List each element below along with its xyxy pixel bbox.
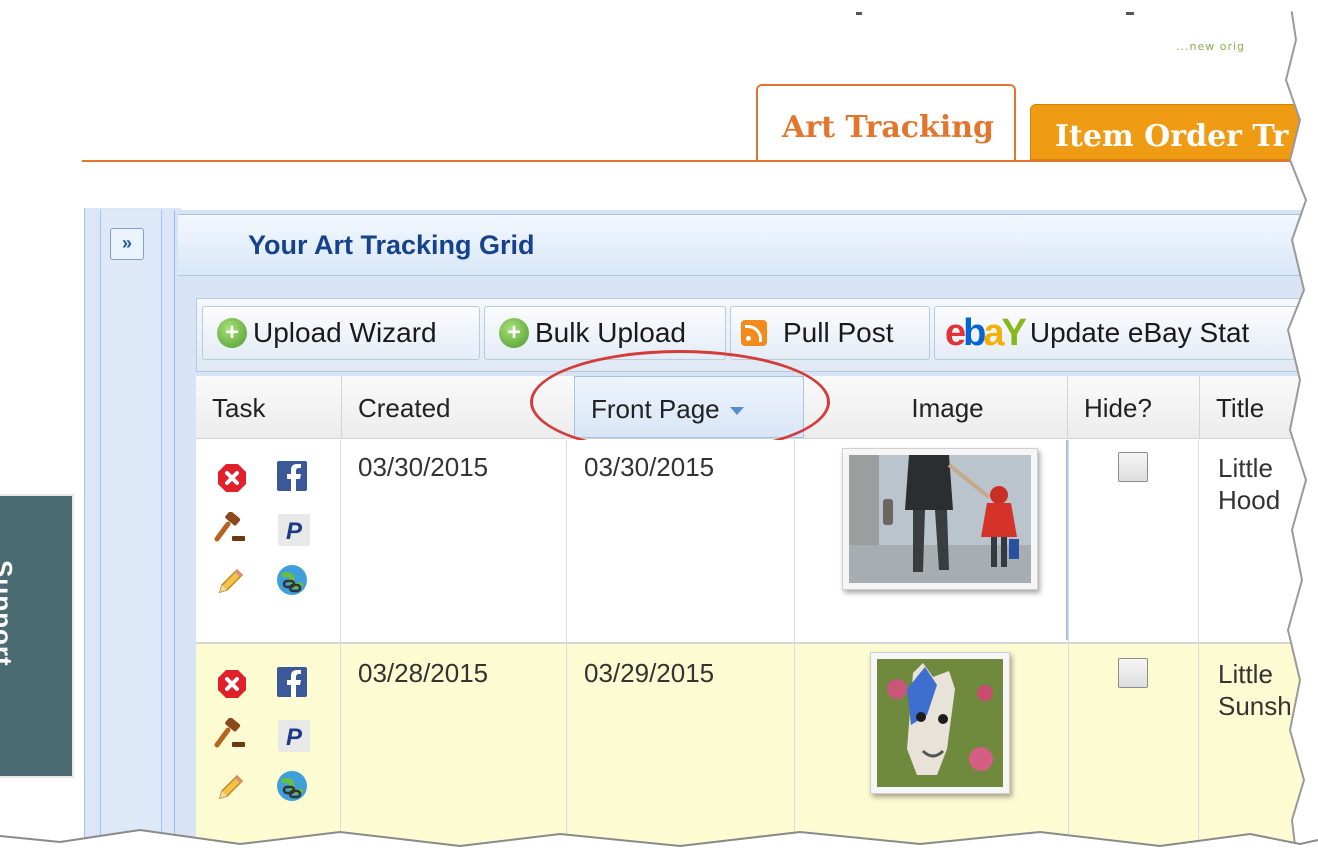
- created-date: 03/30/2015: [358, 452, 489, 482]
- expand-panel-button[interactable]: »: [110, 228, 144, 260]
- front-page-date: 03/30/2015: [584, 452, 715, 482]
- column-header-hide[interactable]: Hide?: [1068, 376, 1200, 438]
- row-divider: [196, 642, 1318, 644]
- column-divider: [340, 440, 341, 854]
- header-logo-fragment: [856, 12, 1134, 32]
- title-cell: Little Sunsh: [1218, 658, 1292, 722]
- svg-text:P: P: [286, 724, 303, 751]
- facebook-icon[interactable]: [276, 460, 308, 492]
- svg-text:P: P: [286, 518, 303, 545]
- edit-pencil-icon[interactable]: [214, 772, 246, 804]
- delete-icon[interactable]: [216, 668, 248, 700]
- front-page-date: 03/29/2015: [584, 658, 715, 688]
- auction-gavel-icon[interactable]: [214, 718, 246, 750]
- paypal-icon[interactable]: P: [278, 720, 310, 752]
- panel-title: Your Art Tracking Grid: [248, 230, 535, 260]
- link-globe-icon[interactable]: [276, 564, 308, 596]
- collapsed-west-panel: [100, 210, 162, 854]
- add-circle-icon: +: [499, 318, 529, 348]
- update-ebay-status-button[interactable]: ebaY Update eBay Stat: [934, 306, 1318, 360]
- upload-wizard-button[interactable]: + Upload Wizard: [202, 306, 480, 360]
- column-header-image[interactable]: Image: [804, 376, 1068, 438]
- title-line: Sunsh: [1218, 691, 1292, 721]
- support-side-tab-label: Support: [0, 560, 18, 667]
- link-globe-icon[interactable]: [276, 770, 308, 802]
- column-resize-guide: [1066, 440, 1068, 640]
- paypal-icon[interactable]: P: [278, 514, 310, 546]
- auction-gavel-icon[interactable]: [214, 512, 246, 544]
- rss-icon: [741, 320, 767, 346]
- artwork-thumbnail[interactable]: [870, 652, 1010, 794]
- bulk-upload-label: Bulk Upload: [535, 317, 686, 348]
- tab-art-tracking[interactable]: Art Tracking: [756, 84, 1016, 162]
- title-line: Hood: [1218, 485, 1281, 515]
- delete-icon[interactable]: [216, 462, 248, 494]
- hide-checkbox[interactable]: [1118, 658, 1148, 688]
- hide-checkbox[interactable]: [1118, 452, 1148, 482]
- facebook-icon[interactable]: [276, 666, 308, 698]
- front-page-callout-circle: [530, 350, 830, 454]
- artwork-thumbnail[interactable]: [842, 448, 1038, 590]
- upload-wizard-label: Upload Wizard: [253, 317, 437, 348]
- update-ebay-label: Update eBay Stat: [1029, 317, 1250, 348]
- ebay-logo-icon: ebaY: [945, 312, 1027, 354]
- column-divider: [1198, 440, 1199, 854]
- column-header-title[interactable]: Title: [1200, 376, 1318, 438]
- column-header-task[interactable]: Task: [196, 376, 342, 438]
- title-line: Little: [1218, 453, 1273, 483]
- painting-girl-red-coat-image: [849, 455, 1031, 583]
- column-divider: [1068, 440, 1069, 854]
- tab-bar-divider: [82, 160, 1318, 162]
- column-divider: [566, 440, 567, 854]
- painting-llama-blue-image: [877, 659, 1003, 787]
- tab-item-order-tracking[interactable]: Item Order Tr: [1030, 104, 1318, 160]
- pull-post-button[interactable]: Pull Post: [730, 306, 930, 360]
- created-date: 03/28/2015: [358, 658, 489, 688]
- column-divider: [794, 440, 795, 854]
- edit-pencil-icon[interactable]: [214, 566, 246, 598]
- title-cell: Little Hood: [1218, 452, 1280, 516]
- pull-post-label: Pull Post: [783, 317, 894, 348]
- add-circle-icon: +: [217, 318, 247, 348]
- brand-tagline: ...new orig: [1176, 40, 1246, 53]
- title-line: Little: [1218, 659, 1273, 689]
